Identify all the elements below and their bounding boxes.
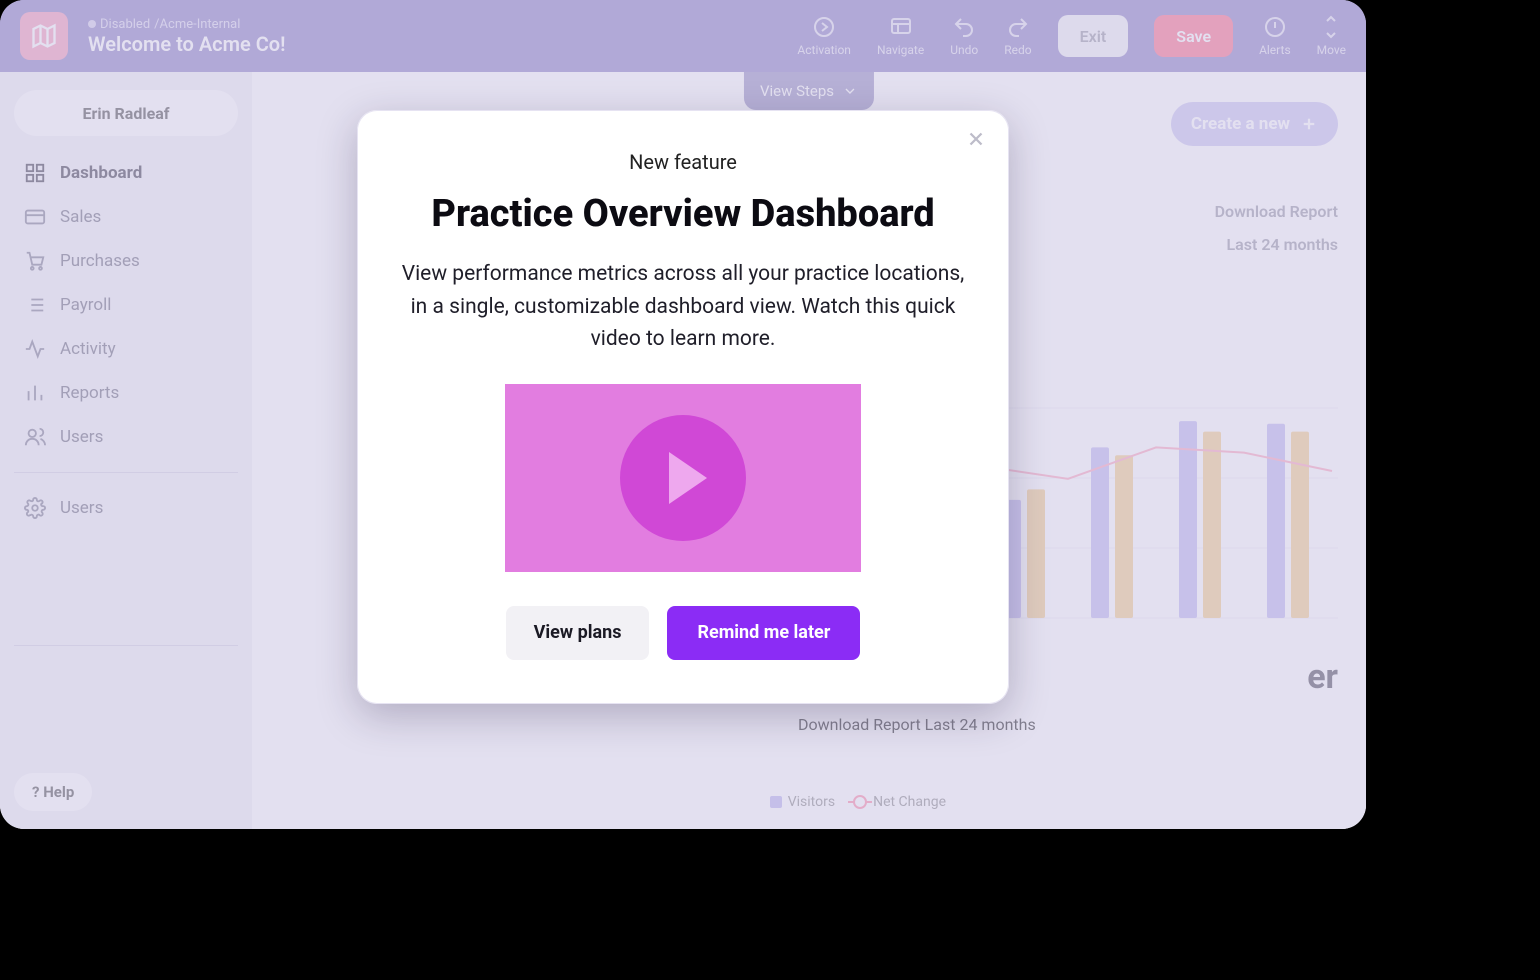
modal-eyebrow: New feature (401, 150, 965, 174)
video-thumbnail[interactable] (505, 384, 861, 572)
play-icon (620, 415, 746, 541)
modal-title: Practice Overview Dashboard (401, 192, 965, 236)
view-plans-button[interactable]: View plans (506, 606, 650, 660)
close-button[interactable] (965, 128, 987, 154)
modal-body: View performance metrics across all your… (401, 258, 965, 356)
remind-later-button[interactable]: Remind me later (667, 606, 860, 660)
modal-overlay: New feature Practice Overview Dashboard … (0, 0, 1366, 829)
close-icon (965, 128, 987, 150)
feature-modal: New feature Practice Overview Dashboard … (357, 110, 1009, 704)
